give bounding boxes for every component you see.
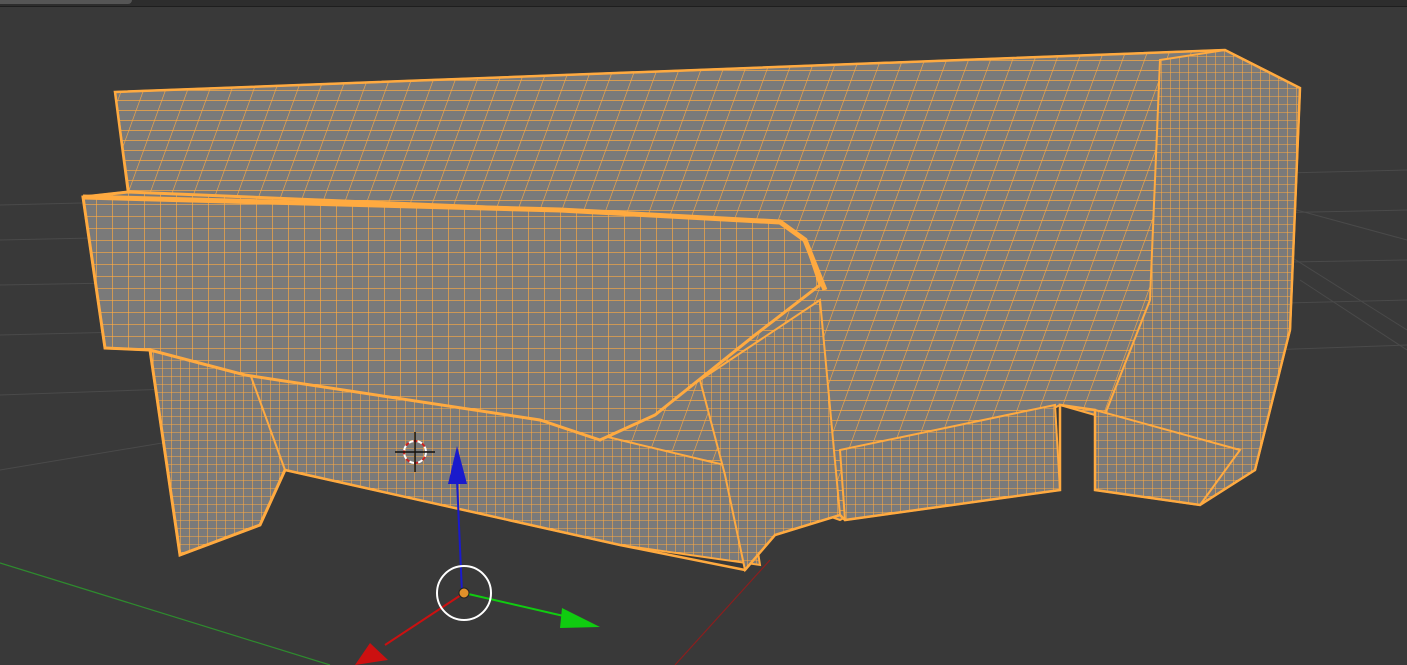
x-axis-line [674,559,771,665]
gizmo-y-arrow-icon[interactable] [560,608,600,628]
origin-dot-icon [458,587,470,599]
gizmo-x-axis[interactable] [384,592,465,646]
y-axis-line [0,562,331,665]
3d-viewport[interactable] [0,0,1407,665]
viewport-canvas[interactable] [0,0,1407,665]
gizmo-x-arrow-icon[interactable] [355,643,388,665]
selected-mesh[interactable] [81,48,1302,573]
gizmo-y-axis[interactable] [463,592,569,618]
